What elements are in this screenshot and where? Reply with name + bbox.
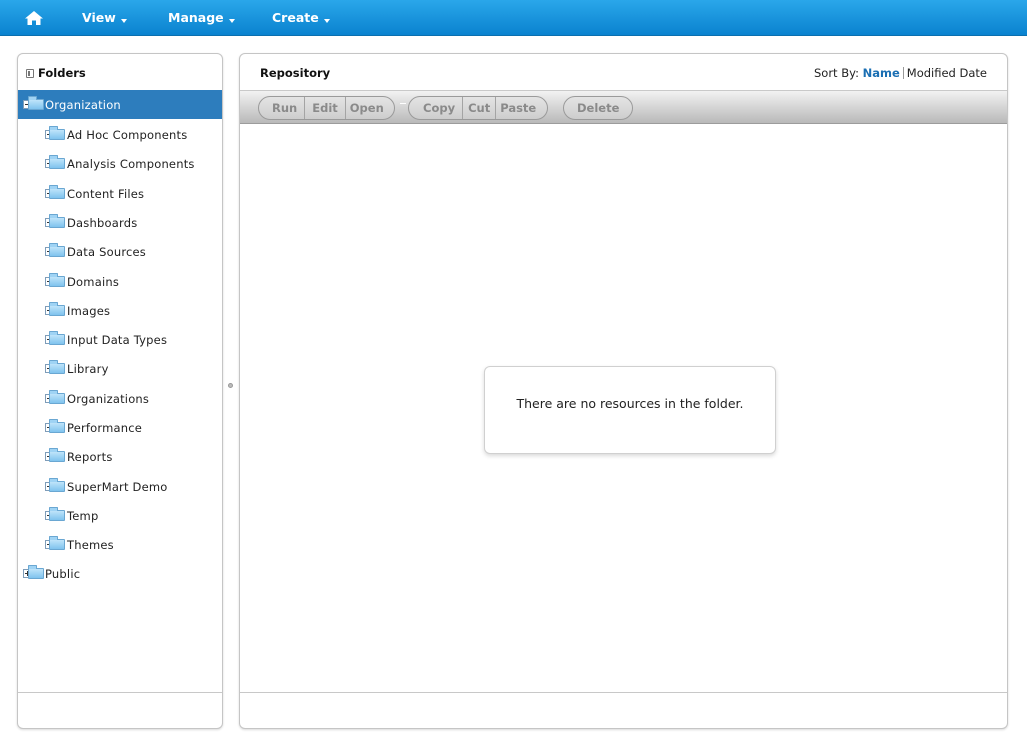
sort-by-control: Sort By: Name Modified Date bbox=[814, 66, 987, 80]
tree-item-organizations[interactable]: Organizations bbox=[18, 384, 222, 413]
folders-panel-header: Folders bbox=[18, 54, 222, 90]
folders-title: Folders bbox=[38, 66, 86, 80]
empty-message-text: There are no resources in the folder. bbox=[516, 396, 744, 411]
chevron-down-icon bbox=[323, 19, 330, 23]
tree-item-themes[interactable]: Themes bbox=[18, 530, 222, 559]
tree-item-label: Dashboards bbox=[67, 216, 138, 230]
folder-icon bbox=[49, 273, 65, 287]
home-button[interactable] bbox=[20, 7, 48, 29]
edit-button[interactable]: Edit bbox=[305, 97, 346, 119]
folder-icon bbox=[49, 448, 65, 462]
sort-by-modified-date-link[interactable]: Modified Date bbox=[907, 66, 987, 80]
tree-item-label: Organizations bbox=[67, 392, 150, 406]
sort-separator bbox=[902, 67, 904, 79]
tree-item-label: Ad Hoc Components bbox=[67, 128, 188, 142]
tree-item-images[interactable]: Images bbox=[18, 296, 222, 325]
tree-item-label: SuperMart Demo bbox=[67, 480, 168, 494]
folder-icon bbox=[49, 419, 65, 433]
tree-item-label: Themes bbox=[67, 538, 114, 552]
tree-item-input-data-types[interactable]: Input Data Types bbox=[18, 325, 222, 354]
tree-item-domains[interactable]: Domains bbox=[18, 267, 222, 296]
paste-button[interactable]: Paste bbox=[496, 97, 547, 119]
folder-icon bbox=[49, 360, 65, 374]
toolbar-divider bbox=[400, 103, 406, 104]
folder-icon bbox=[49, 214, 65, 228]
folders-panel-footer bbox=[18, 692, 222, 728]
tree-item-label: Data Sources bbox=[67, 245, 147, 259]
empty-folder-message: There are no resources in the folder. bbox=[484, 366, 776, 454]
repository-panel-header: Repository Sort By: Name Modified Date bbox=[240, 54, 1007, 90]
nav-view-label: View bbox=[82, 10, 116, 25]
run-button[interactable]: Run bbox=[259, 97, 306, 119]
sort-by-name-link[interactable]: Name bbox=[863, 66, 900, 80]
chevron-down-icon bbox=[228, 19, 235, 23]
tree-item-content-files[interactable]: Content Files bbox=[18, 179, 222, 208]
repository-panel: Repository Sort By: Name Modified Date Ru… bbox=[239, 53, 1008, 729]
panel-splitter-handle[interactable] bbox=[228, 383, 233, 388]
tree-item-ad-hoc-components[interactable]: Ad Hoc Components bbox=[18, 120, 222, 149]
folder-icon bbox=[28, 565, 44, 579]
nav-view-menu[interactable]: View bbox=[82, 0, 127, 36]
folder-icon bbox=[49, 478, 65, 492]
tree-item-dashboards[interactable]: Dashboards bbox=[18, 208, 222, 237]
copy-button[interactable]: Copy bbox=[409, 97, 464, 119]
tree-item-reports[interactable]: Reports bbox=[18, 442, 222, 471]
tree-item-label: Public bbox=[45, 567, 81, 581]
tree-item-performance[interactable]: Performance bbox=[18, 413, 222, 442]
folder-icon bbox=[49, 536, 65, 550]
tree-item-label: Images bbox=[67, 304, 111, 318]
open-button[interactable]: Open bbox=[346, 97, 394, 119]
tree-item-label: Organization bbox=[45, 98, 121, 112]
tree-item-library[interactable]: Library bbox=[18, 354, 222, 383]
top-nav-bar: View Manage Create bbox=[0, 0, 1027, 36]
folder-open-icon bbox=[28, 96, 44, 110]
folder-icon bbox=[49, 185, 65, 199]
delete-button[interactable]: Delete bbox=[564, 97, 632, 119]
tree-item-label: Reports bbox=[67, 450, 113, 464]
folder-icon bbox=[49, 302, 65, 316]
tree-item-temp[interactable]: Temp bbox=[18, 501, 222, 530]
tree-item-label: Analysis Components bbox=[67, 157, 195, 171]
tree-item-analysis-components[interactable]: Analysis Components bbox=[18, 149, 222, 178]
repository-panel-footer bbox=[240, 692, 1007, 728]
folders-panel: Folders Organization Ad Hoc Components An… bbox=[17, 53, 223, 729]
tree-item-label: Temp bbox=[67, 509, 99, 523]
sort-by-label: Sort By: bbox=[813, 66, 859, 80]
tree-item-label: Performance bbox=[67, 421, 143, 435]
chevron-down-icon bbox=[120, 19, 127, 23]
tree-item-label: Domains bbox=[67, 275, 120, 289]
folder-icon bbox=[49, 243, 65, 257]
folder-icon bbox=[49, 507, 65, 521]
repository-title: Repository bbox=[260, 66, 331, 80]
nav-create-label: Create bbox=[272, 10, 319, 25]
tree-item-label: Content Files bbox=[67, 187, 145, 201]
folder-icon bbox=[49, 126, 65, 140]
tree-item-supermart-demo[interactable]: SuperMart Demo bbox=[18, 472, 222, 501]
tree-item-label: Input Data Types bbox=[67, 333, 168, 347]
home-icon bbox=[25, 11, 43, 25]
nav-create-menu[interactable]: Create bbox=[272, 0, 330, 36]
delete-group: Delete bbox=[563, 96, 634, 120]
tree-item-data-sources[interactable]: Data Sources bbox=[18, 237, 222, 266]
repository-toolbar: Run Edit Open Copy Cut Paste Delete bbox=[240, 90, 1007, 124]
folder-icon bbox=[49, 155, 65, 169]
tree-item-public[interactable]: Public bbox=[18, 559, 222, 588]
folder-icon bbox=[49, 331, 65, 345]
tree-item-label: Library bbox=[67, 362, 109, 376]
nav-manage-menu[interactable]: Manage bbox=[168, 0, 235, 36]
tree-item-organization[interactable]: Organization bbox=[18, 90, 222, 119]
run-edit-open-group: Run Edit Open bbox=[258, 96, 395, 120]
nav-manage-label: Manage bbox=[168, 10, 224, 25]
folder-icon bbox=[49, 390, 65, 404]
copy-cut-paste-group: Copy Cut Paste bbox=[408, 96, 549, 120]
cut-button[interactable]: Cut bbox=[463, 97, 497, 119]
collapse-panel-icon[interactable] bbox=[26, 69, 34, 78]
